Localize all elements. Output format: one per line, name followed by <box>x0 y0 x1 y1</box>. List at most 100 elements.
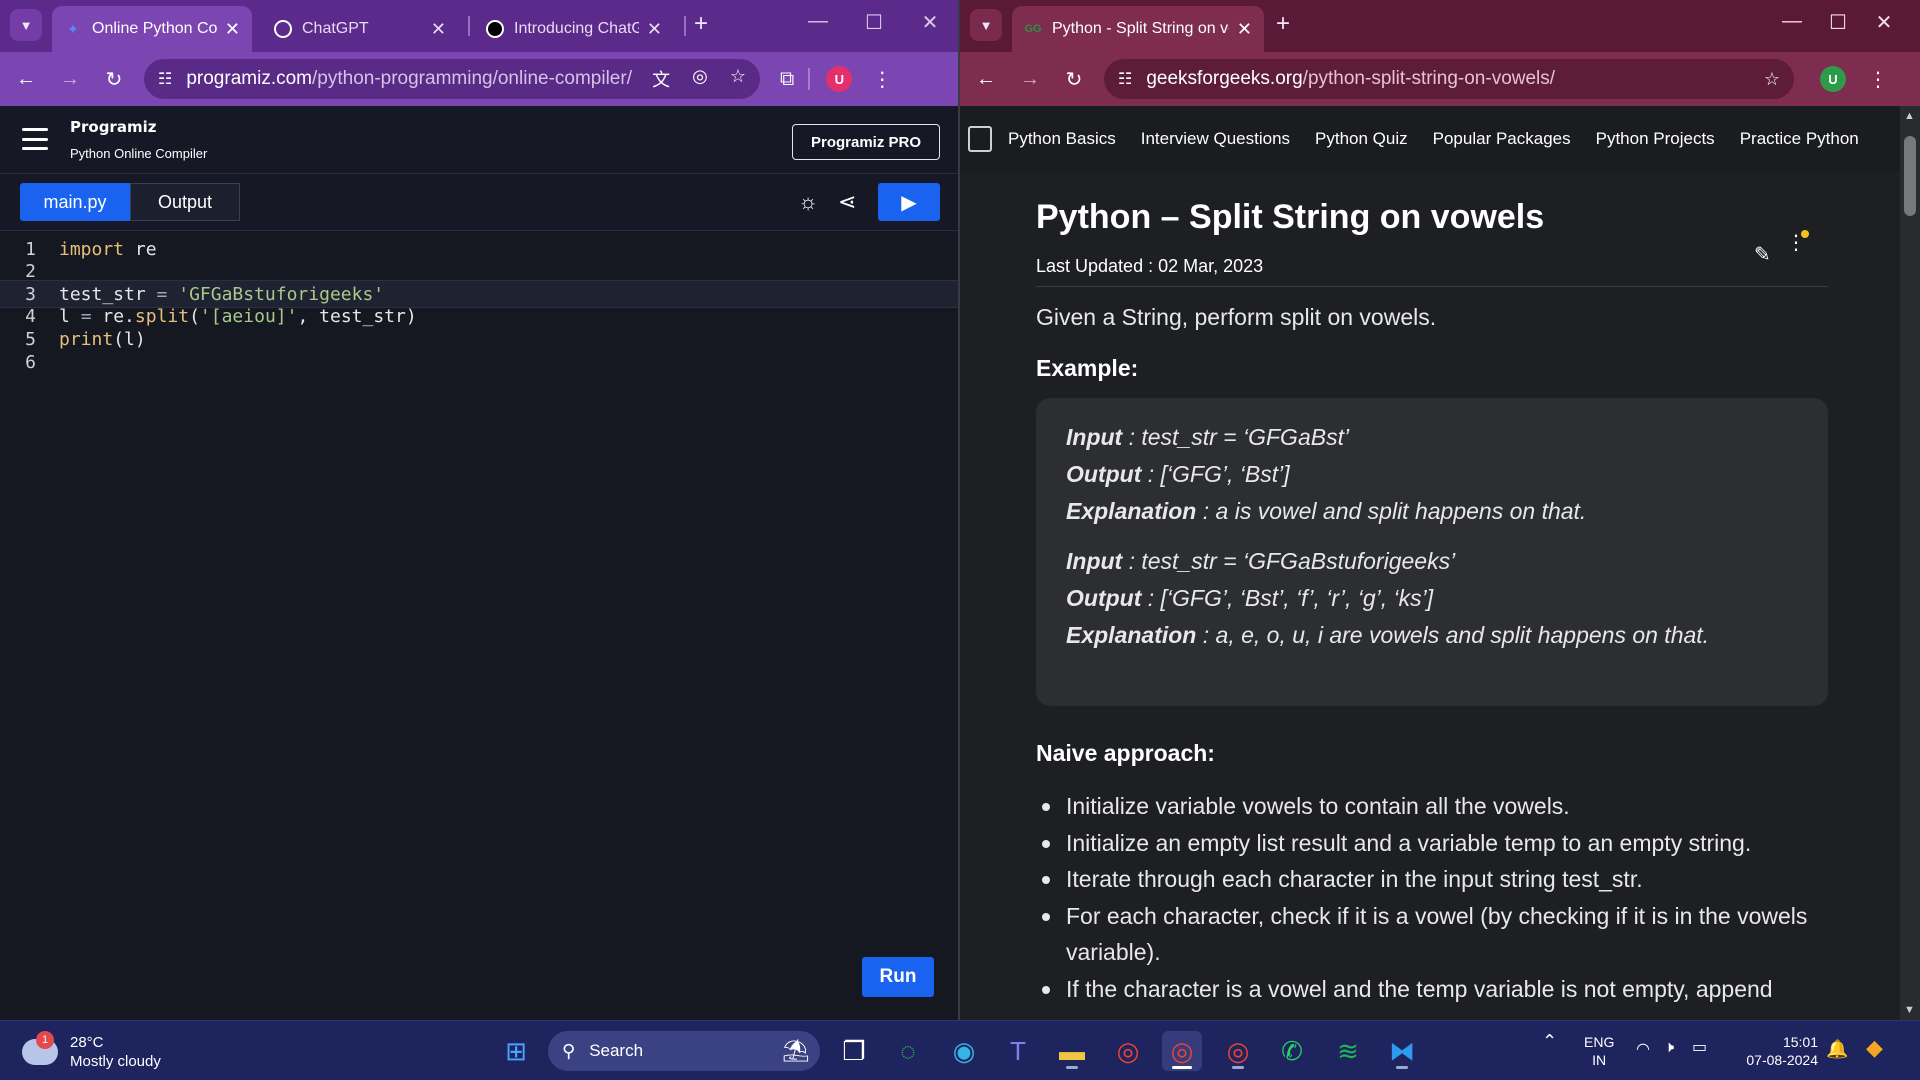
spotify-icon[interactable]: ≋ <box>1328 1031 1368 1071</box>
maximize-icon[interactable]: ☐ <box>854 10 894 35</box>
article-title: Python – Split String on vowels <box>1036 198 1545 236</box>
close-icon[interactable]: ✕ <box>1229 19 1252 40</box>
scroll-up-icon[interactable]: ▲ <box>1904 110 1915 122</box>
task-view-icon[interactable]: ❐ <box>834 1031 874 1071</box>
translate-icon[interactable]: 文 <box>652 66 670 92</box>
scrollbar-thumb[interactable] <box>1904 136 1916 216</box>
copilot-icon[interactable]: ◌ <box>888 1031 928 1071</box>
last-updated: Last Updated : 02 Mar, 2023 <box>1036 256 1264 276</box>
nav-interview-questions[interactable]: Interview Questions <box>1141 129 1290 149</box>
copilot-tray-icon[interactable]: ◆ <box>1866 1035 1883 1061</box>
programiz-pro-button[interactable]: Programiz PRO <box>792 124 940 160</box>
share-icon[interactable]: ⋖ <box>838 189 856 215</box>
desktop: ▼ ✦ Online Python Compiler ✕ ChatGPT ✕ I… <box>0 0 1920 1080</box>
windows-start-icon[interactable]: ⊞ <box>496 1031 536 1071</box>
close-icon[interactable]: ✕ <box>423 19 446 40</box>
programiz-logo[interactable]: Programiz <box>70 118 156 136</box>
weather-temp: 28°C <box>70 1034 104 1051</box>
close-window-icon[interactable]: ✕ <box>910 10 950 35</box>
system-clock[interactable]: 15:01 07-08-2024 <box>1730 1033 1818 1069</box>
chrome-icon[interactable]: ◎ <box>1108 1031 1148 1071</box>
chevron-up-icon[interactable]: ⌃ <box>1542 1031 1557 1052</box>
chevron-down-icon: ▼ <box>979 17 993 33</box>
sun-theme-icon[interactable]: ☼ <box>798 189 818 215</box>
mute-icon[interactable]: 🕨 <box>1664 1039 1674 1057</box>
active-indicator <box>1172 1066 1192 1069</box>
new-tab-button[interactable]: + <box>1276 10 1290 38</box>
maximize-icon[interactable]: ☐ <box>1818 10 1858 35</box>
new-tab-button[interactable]: + <box>694 10 708 38</box>
reload-icon[interactable]: ↻ <box>96 61 132 97</box>
forward-arrow-icon[interactable]: → <box>1012 61 1048 97</box>
tab-strip: ▼ ✦ Online Python Compiler ✕ ChatGPT ✕ I… <box>0 0 958 52</box>
tab-introducing-chatgpt[interactable]: Introducing ChatGPT ✕ <box>474 6 674 52</box>
star-icon[interactable]: ☆ <box>730 66 746 92</box>
running-indicator <box>1232 1066 1244 1069</box>
code-token: ( <box>189 306 200 328</box>
nav-practice-python[interactable]: Practice Python <box>1740 129 1859 149</box>
whatsapp-icon[interactable]: ✆ <box>1272 1031 1312 1071</box>
battery-icon[interactable]: ▭ <box>1692 1037 1707 1057</box>
taskbar-search[interactable]: ⚲ Search ⛱ <box>548 1031 820 1071</box>
url-path: /python-split-string-on-vowels/ <box>1302 68 1556 89</box>
menu-dots-icon[interactable]: ⋮ <box>872 67 892 92</box>
close-icon[interactable]: ✕ <box>639 19 662 40</box>
wifi-icon[interactable]: ◠ <box>1636 1039 1650 1059</box>
code-line[interactable]: 6 <box>0 348 958 376</box>
profile-avatar[interactable]: U <box>1820 66 1846 92</box>
chrome-profile-2-icon[interactable]: ◎ <box>1218 1031 1258 1071</box>
code-editor[interactable]: 1 import re 2 3 test_str = 'GFGaBstuforigeek… <box>0 231 958 1020</box>
forward-arrow-icon[interactable]: → <box>52 61 88 97</box>
eye-slash-icon[interactable]: ◎ <box>692 66 708 92</box>
star-icon[interactable]: ☆ <box>1764 69 1780 90</box>
teams-icon[interactable]: T <box>998 1031 1038 1071</box>
edit-pencil-icon[interactable]: ✎ <box>1754 242 1771 267</box>
tab-online-python-compiler[interactable]: ✦ Online Python Compiler ✕ <box>52 6 252 52</box>
tab-chatgpt[interactable]: ChatGPT ✕ <box>262 6 458 52</box>
code-text: import re <box>59 239 157 260</box>
extensions-icon[interactable]: ⧉ <box>780 68 794 91</box>
reload-icon[interactable]: ↻ <box>1056 61 1092 97</box>
tab-python-split-string[interactable]: GG Python - Split String on vowels ✕ <box>1012 6 1264 52</box>
tab-search-button[interactable]: ▼ <box>10 9 42 41</box>
address-bar[interactable]: ☷ programiz.com/python-programming/onlin… <box>144 59 760 99</box>
chrome-profile-icon[interactable]: ◎ <box>1162 1031 1202 1071</box>
back-arrow-icon[interactable]: ← <box>968 61 1004 97</box>
search-highlight-icon: ⛱ <box>782 1038 810 1063</box>
vscode-icon[interactable]: ⧓ <box>1382 1031 1422 1071</box>
tab-output[interactable]: Output <box>130 183 240 221</box>
site-info-icon[interactable]: ☷ <box>1118 69 1132 89</box>
nav-python-basics[interactable]: Python Basics <box>1008 129 1116 149</box>
run-button[interactable]: Run <box>862 957 934 997</box>
nav-popular-packages[interactable]: Popular Packages <box>1433 129 1571 149</box>
edge-icon[interactable]: ◉ <box>944 1031 984 1071</box>
article-intro: Given a String, perform split on vowels. <box>1036 304 1437 330</box>
address-bar[interactable]: ☷ geeksforgeeks.org/python-split-string-… <box>1104 59 1794 99</box>
close-icon[interactable]: ✕ <box>217 19 240 40</box>
run-play-button[interactable]: ▶ <box>878 183 940 221</box>
more-options-icon[interactable]: ⋮ <box>1786 233 1806 253</box>
notification-dot <box>1801 230 1809 238</box>
scrollbar[interactable]: ▲ ▼ <box>1900 106 1920 1020</box>
close-window-icon[interactable]: ✕ <box>1864 10 1904 35</box>
nav-python-quiz[interactable]: Python Quiz <box>1315 129 1408 149</box>
file-explorer-icon[interactable]: ▬ <box>1052 1031 1092 1071</box>
programiz-favicon: ✦ <box>67 20 79 37</box>
minimize-icon[interactable]: — <box>1772 10 1812 33</box>
back-arrow-icon[interactable]: ← <box>8 61 44 97</box>
programiz-header: Programiz Python Online Compiler Program… <box>0 106 958 174</box>
site-info-icon[interactable]: ☷ <box>158 69 172 89</box>
weather-widget[interactable]: 1 28°C Mostly cloudy <box>22 1031 161 1071</box>
book-icon[interactable] <box>968 126 992 152</box>
code-token: print <box>59 328 114 350</box>
bell-icon[interactable]: 🔔 <box>1826 1039 1848 1060</box>
scroll-down-icon[interactable]: ▼ <box>1904 1004 1915 1016</box>
menu-dots-icon[interactable]: ⋮ <box>1868 67 1888 92</box>
language-indicator[interactable]: ENG IN <box>1584 1033 1614 1069</box>
tab-main-py[interactable]: main.py <box>20 183 130 221</box>
tab-search-button[interactable]: ▼ <box>970 9 1002 41</box>
nav-python-projects[interactable]: Python Projects <box>1596 129 1715 149</box>
profile-avatar[interactable]: U <box>826 66 853 92</box>
hamburger-menu-icon[interactable] <box>22 128 48 150</box>
minimize-icon[interactable]: — <box>798 10 838 33</box>
